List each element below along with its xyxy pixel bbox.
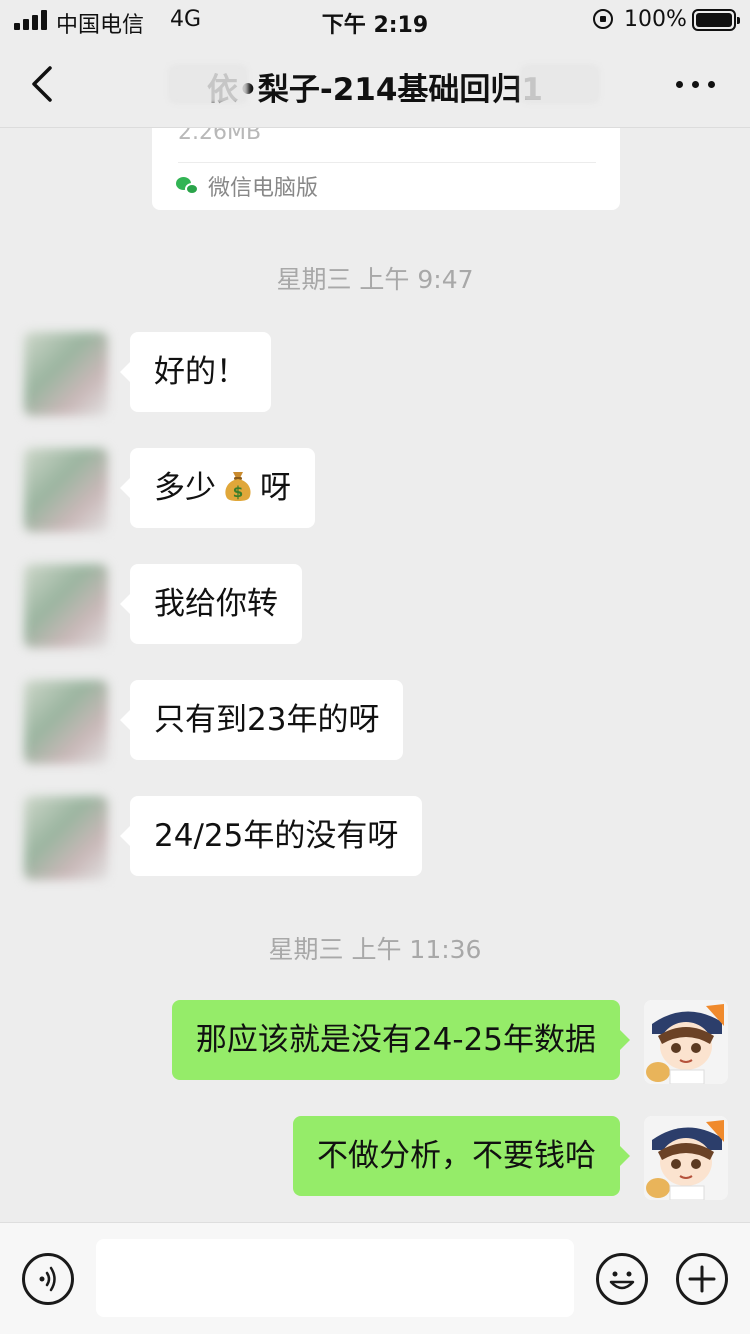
avatar-self[interactable] — [644, 1116, 728, 1200]
avatar[interactable] — [24, 680, 108, 764]
message-list[interactable]: 2.26MB 微信电脑版 星期三 上午 9:47 好的！ 多少 $ 呀 我给你转… — [0, 128, 750, 1222]
file-size: 2.26MB — [178, 128, 262, 145]
plus-icon — [688, 1265, 716, 1293]
input-bar — [0, 1222, 750, 1334]
avatar-self[interactable] — [644, 1000, 728, 1084]
battery-icon — [692, 9, 740, 31]
message-input[interactable] — [96, 1239, 574, 1317]
message-text: 呀 — [260, 470, 291, 506]
voice-icon — [39, 1266, 56, 1292]
avatar[interactable] — [24, 564, 108, 648]
more-functions-button[interactable] — [676, 1253, 728, 1305]
message-bubble[interactable]: 24/25年的没有呀 — [119, 796, 423, 876]
message-bubble[interactable]: 好的！ — [120, 332, 271, 412]
rotation-lock-icon — [593, 9, 613, 29]
message-bubble[interactable]: 多少 $ 呀 — [120, 448, 315, 528]
title-redaction — [168, 64, 248, 104]
emoji-icon — [609, 1271, 635, 1290]
avatar[interactable] — [24, 332, 108, 416]
message-bubble-self[interactable]: 那应该就是没有24-25年数据 — [171, 1000, 631, 1080]
file-message-card[interactable]: 2.26MB 微信电脑版 — [152, 128, 620, 210]
voice-button[interactable] — [22, 1253, 74, 1305]
avatar[interactable] — [24, 796, 108, 880]
divider — [178, 162, 596, 163]
message-bubble-self[interactable]: 不做分析，不要钱哈 — [293, 1116, 630, 1196]
message-bubble[interactable]: 只有到23年的呀 — [119, 680, 404, 760]
message-bubble[interactable]: 我给你转 — [120, 564, 302, 644]
timestamp: 星期三 上午 11:36 — [268, 935, 482, 964]
cartoon-boy-avatar-icon — [644, 1000, 728, 1084]
file-source: 微信电脑版 — [208, 176, 319, 201]
moneybag-icon: $ — [225, 472, 251, 501]
emoji-button[interactable] — [596, 1253, 648, 1305]
status-bar: 中国电信 4G 下午 2:19 100% — [0, 0, 750, 40]
timestamp: 星期三 上午 9:47 — [276, 265, 474, 294]
cartoon-boy-avatar-icon — [644, 1116, 728, 1200]
more-dots-icon — [676, 81, 683, 88]
wechat-icon — [176, 175, 200, 197]
chevron-left-icon — [32, 66, 52, 102]
message-text: 多少 — [154, 470, 216, 506]
more-button[interactable] — [668, 64, 724, 104]
svg-text:$: $ — [233, 483, 243, 501]
back-button[interactable] — [20, 60, 68, 108]
chat-header: 依•梨子-214基础回归1 — [0, 40, 750, 128]
battery-percent: 100% — [624, 7, 687, 32]
title-redaction — [520, 64, 600, 104]
avatar[interactable] — [24, 448, 108, 532]
